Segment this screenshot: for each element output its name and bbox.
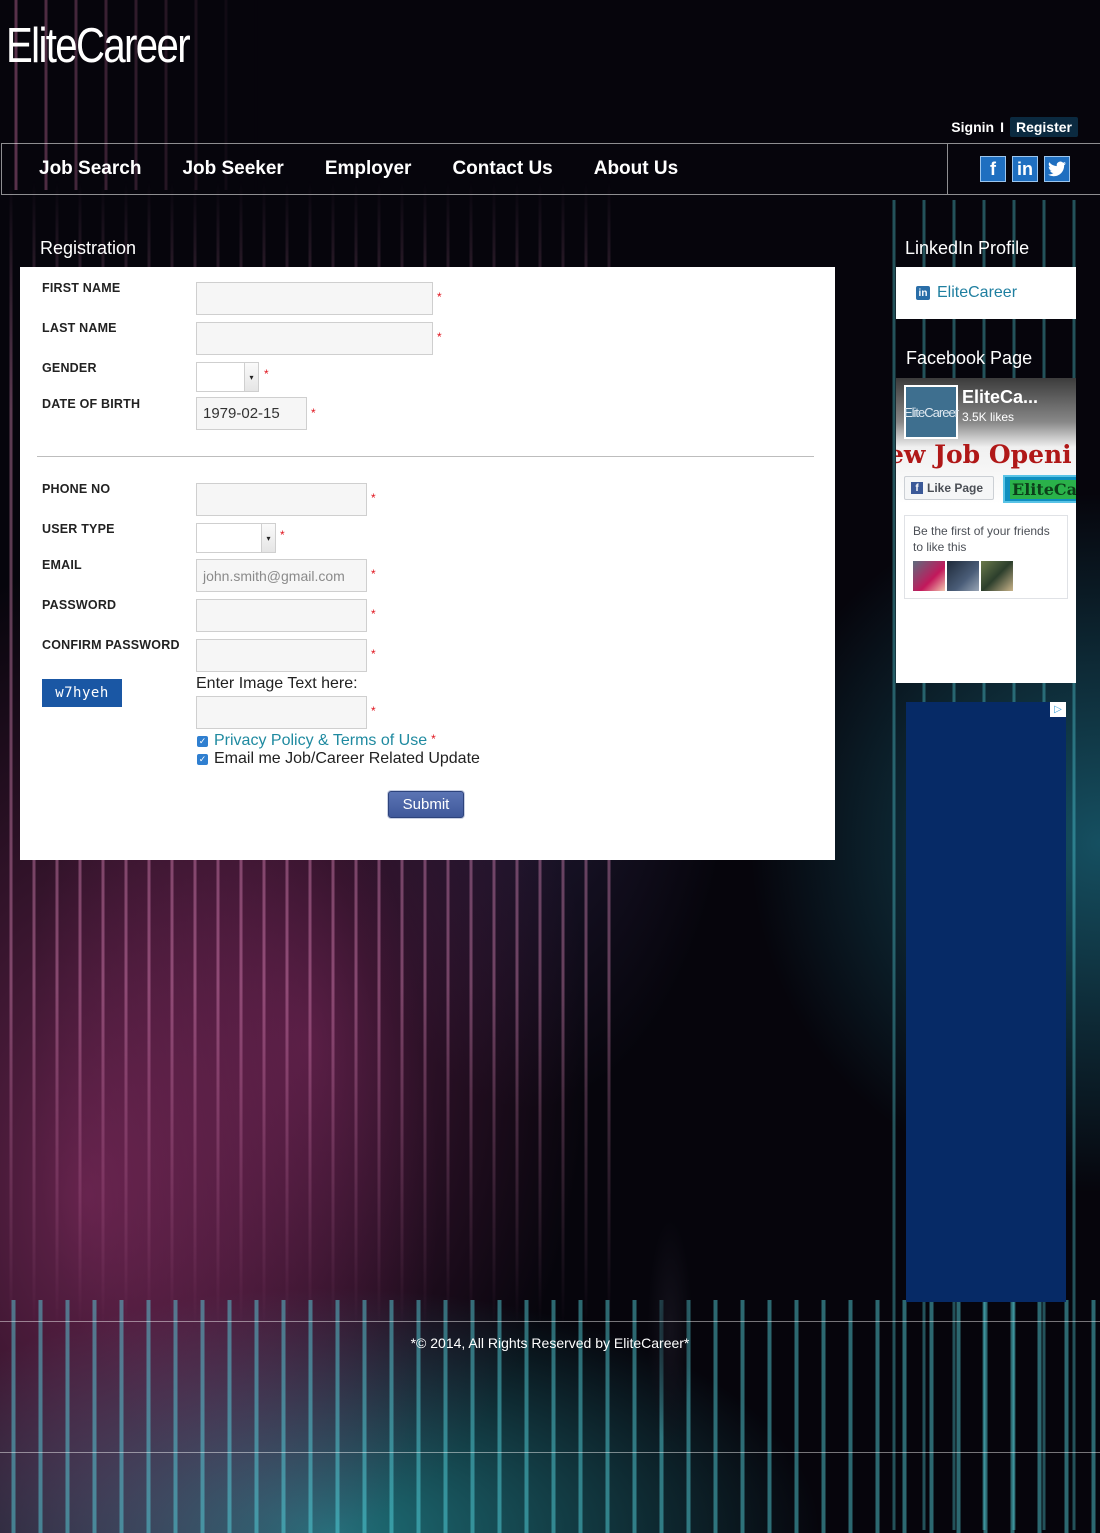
email-updates-checkbox[interactable]: ✓	[197, 753, 208, 765]
nav-item-about-us[interactable]: About Us	[594, 158, 678, 180]
facebook-friends-box: Be the first of your friends to like thi…	[904, 515, 1068, 599]
date-of-birth-label: DATE OF BIRTH	[42, 397, 141, 411]
required-marker: *	[280, 528, 285, 542]
facebook-page-widget: ew Job Openi EliteCareer EliteCa... 3.5K…	[896, 378, 1076, 683]
last-name-label: LAST NAME	[42, 321, 117, 335]
required-marker: *	[437, 290, 442, 304]
email-updates-label: Email me Job/Career Related Update	[214, 750, 480, 767]
register-link[interactable]: Register	[1009, 117, 1078, 137]
linkedin-icon: in	[916, 286, 930, 300]
last-name-input[interactable]	[196, 322, 433, 355]
facebook-like-page-button[interactable]: f Like Page	[904, 476, 994, 500]
captcha-image: w7hyeh	[42, 679, 122, 707]
nav-item-employer[interactable]: Employer	[325, 158, 412, 180]
background-figure	[630, 1150, 710, 1480]
gender-label: GENDER	[42, 361, 97, 375]
site-logo[interactable]: EliteCareer	[6, 18, 191, 74]
linkedin-profile-box: in EliteCareer	[896, 267, 1076, 319]
avatar[interactable]	[981, 561, 1013, 591]
email-updates-row: ✓ Email me Job/Career Related Update	[197, 750, 480, 768]
facebook-like-page-label: Like Page	[927, 481, 984, 495]
first-name-label: FIRST NAME	[42, 281, 121, 295]
facebook-page-title: Facebook Page	[906, 348, 1033, 368]
social-links: f in	[980, 156, 1070, 182]
chevron-down-icon: ▾	[244, 363, 258, 391]
nav-divider	[947, 144, 948, 194]
required-marker: *	[431, 732, 436, 746]
phone-label: PHONE NO	[42, 482, 111, 496]
facebook-cover-badge-text: EliteCar	[1010, 479, 1076, 499]
facebook-cover-banner-text: ew Job Openi	[896, 440, 1072, 469]
ad-choices-icon[interactable]: ▷	[1050, 702, 1066, 717]
user-type-label: USER TYPE	[42, 522, 115, 536]
advertisement-banner[interactable]: ▷	[906, 702, 1066, 1302]
required-marker: *	[264, 367, 269, 381]
password-label: PASSWORD	[42, 598, 117, 612]
privacy-policy-row: ✓ Privacy Policy & Terms of Use *	[197, 732, 436, 750]
footer-divider-bottom	[0, 1452, 1100, 1453]
required-marker: *	[311, 406, 316, 420]
linkedin-profile-link[interactable]: EliteCareer	[937, 284, 1017, 302]
auth-links: Signin I Register	[951, 117, 1078, 137]
chevron-down-icon: ▾	[261, 524, 275, 552]
password-input[interactable]	[196, 599, 367, 632]
facebook-icon[interactable]: f	[980, 156, 1006, 182]
required-marker: *	[371, 647, 376, 661]
facebook-cover-badge: EliteCar	[1003, 475, 1076, 503]
privacy-policy-link[interactable]: Privacy Policy & Terms of Use	[214, 732, 427, 750]
nav-item-job-seeker[interactable]: Job Seeker	[182, 158, 283, 180]
twitter-icon[interactable]	[1044, 156, 1070, 182]
avatar[interactable]	[913, 561, 945, 591]
submit-button[interactable]: Submit	[388, 791, 464, 818]
facebook-page-thumbnail[interactable]: EliteCareer	[904, 385, 959, 439]
facebook-page-name[interactable]: EliteCa...	[962, 387, 1038, 408]
required-marker: *	[437, 330, 442, 344]
form-divider	[37, 456, 814, 457]
registration-title: Registration	[40, 238, 137, 258]
user-type-select[interactable]: ▾	[196, 523, 276, 553]
linkedin-icon[interactable]: in	[1012, 156, 1038, 182]
nav-item-contact-us[interactable]: Contact Us	[452, 158, 552, 180]
required-marker: *	[371, 704, 376, 718]
facebook-likes-count: 3.5K likes	[962, 410, 1015, 424]
facebook-icon: f	[911, 482, 923, 494]
footer-copyright: *© 2014, All Rights Reserved by EliteCar…	[410, 1335, 690, 1351]
auth-separator: I	[1000, 119, 1004, 135]
captcha-prompt: Enter Image Text here:	[196, 675, 358, 692]
avatar[interactable]	[947, 561, 979, 591]
nav-menu: Job Search Job Seeker Employer Contact U…	[39, 158, 719, 180]
facebook-friends-text: Be the first of your friends to like thi…	[913, 524, 1050, 554]
captcha-input[interactable]	[196, 696, 367, 729]
email-input[interactable]: john.smith@gmail.com	[196, 559, 367, 592]
facebook-friend-avatars	[913, 561, 1059, 591]
linkedin-profile-title: LinkedIn Profile	[905, 238, 1030, 258]
date-of-birth-input[interactable]: 1979-02-15	[196, 397, 307, 430]
phone-input[interactable]	[196, 483, 367, 516]
gender-select[interactable]: ▾	[196, 362, 259, 392]
confirm-password-label: CONFIRM PASSWORD	[42, 638, 180, 652]
nav-item-job-search[interactable]: Job Search	[39, 158, 141, 180]
footer-divider-top	[0, 1321, 1100, 1322]
required-marker: *	[371, 567, 376, 581]
first-name-input[interactable]	[196, 282, 433, 315]
signin-link[interactable]: Signin	[951, 119, 994, 135]
required-marker: *	[371, 607, 376, 621]
registration-form: FIRST NAME * LAST NAME * GENDER ▾ * DATE…	[20, 267, 835, 860]
confirm-password-input[interactable]	[196, 639, 367, 672]
privacy-policy-checkbox[interactable]: ✓	[197, 735, 208, 747]
required-marker: *	[371, 491, 376, 505]
email-label: EMAIL	[42, 558, 82, 572]
main-navbar: Job Search Job Seeker Employer Contact U…	[1, 143, 1100, 195]
